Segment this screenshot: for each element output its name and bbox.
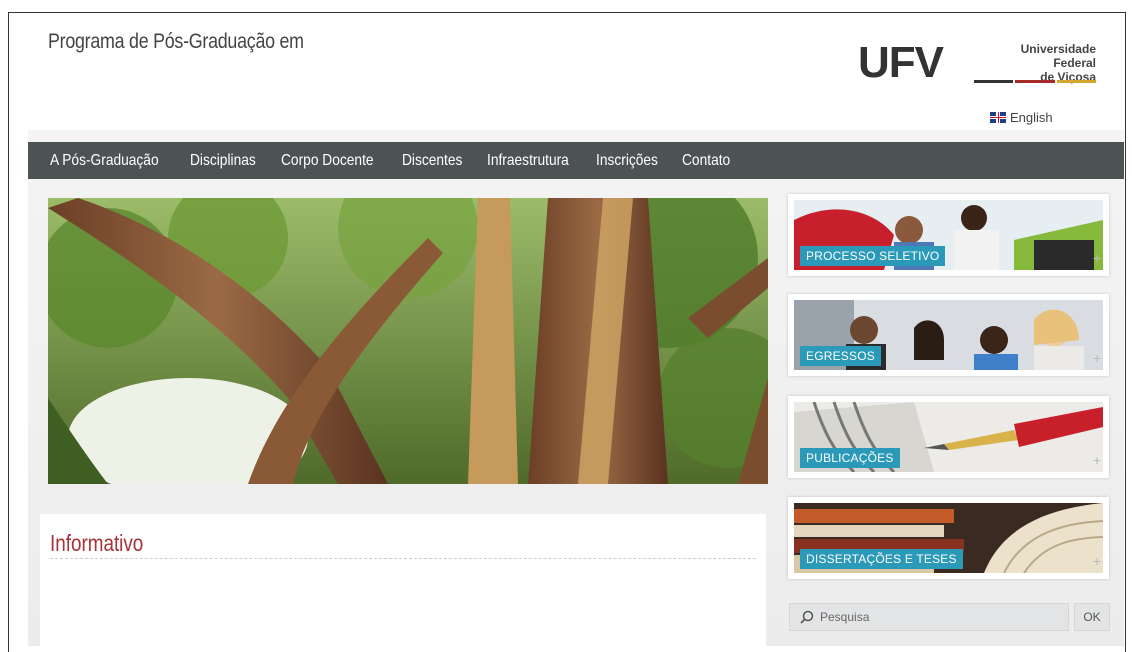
search-icon — [800, 610, 814, 624]
plus-icon: + — [1092, 553, 1101, 569]
card-processo-seletivo[interactable]: PROCESSO SELETIVO + — [788, 194, 1109, 276]
search-input[interactable] — [818, 609, 1062, 625]
logo-name-line1: Universidade Federal — [1020, 42, 1096, 70]
logo-name: Universidade Federal de Viçosa — [976, 42, 1096, 84]
nav-item-inscricoes[interactable]: Inscrições — [596, 152, 658, 170]
nav-item-pos-graduacao[interactable]: A Pós-Graduação — [50, 152, 159, 170]
card-label: EGRESSOS — [800, 346, 881, 366]
nav-item-infraestrutura[interactable]: Infraestrutura — [487, 152, 569, 170]
info-panel: Informativo — [40, 514, 766, 646]
plus-icon: + — [1092, 350, 1101, 366]
plus-icon: + — [1092, 250, 1101, 266]
info-divider — [50, 558, 756, 559]
uk-flag-icon — [990, 112, 1006, 123]
hero-banner-image[interactable] — [48, 198, 768, 484]
card-label: PROCESSO SELETIVO — [800, 246, 946, 266]
nav-item-discentes[interactable]: Discentes — [402, 152, 462, 170]
search-ok-button[interactable]: OK — [1074, 603, 1110, 631]
card-egressos[interactable]: EGRESSOS + — [788, 294, 1109, 376]
ufv-logo[interactable]: UFV Universidade Federal de Viçosa — [858, 38, 1100, 90]
nav-item-disciplinas[interactable]: Disciplinas — [190, 152, 256, 170]
nav-item-corpo-docente[interactable]: Corpo Docente — [281, 152, 374, 170]
plus-icon: + — [1092, 452, 1101, 468]
nav-item-contato[interactable]: Contato — [682, 152, 730, 170]
main-nav: A Pós-Graduação Disciplinas Corpo Docent… — [28, 142, 1124, 179]
language-switch[interactable]: English — [990, 110, 1053, 125]
info-title: Informativo — [50, 530, 144, 556]
site-title[interactable]: Programa de Pós-Graduação em — [48, 30, 304, 54]
card-dissertacoes-teses[interactable]: DISSERTAÇÕES E TESES + — [788, 497, 1109, 579]
card-label: PUBLICAÇÕES — [800, 448, 900, 468]
card-label: DISSERTAÇÕES E TESES — [800, 549, 963, 569]
card-publicacoes[interactable]: PUBLICAÇÕES + — [788, 396, 1109, 478]
logo-mark: UFV — [858, 38, 944, 87]
language-label: English — [1010, 110, 1053, 125]
logo-bars — [974, 80, 1096, 84]
search-box — [789, 603, 1069, 631]
